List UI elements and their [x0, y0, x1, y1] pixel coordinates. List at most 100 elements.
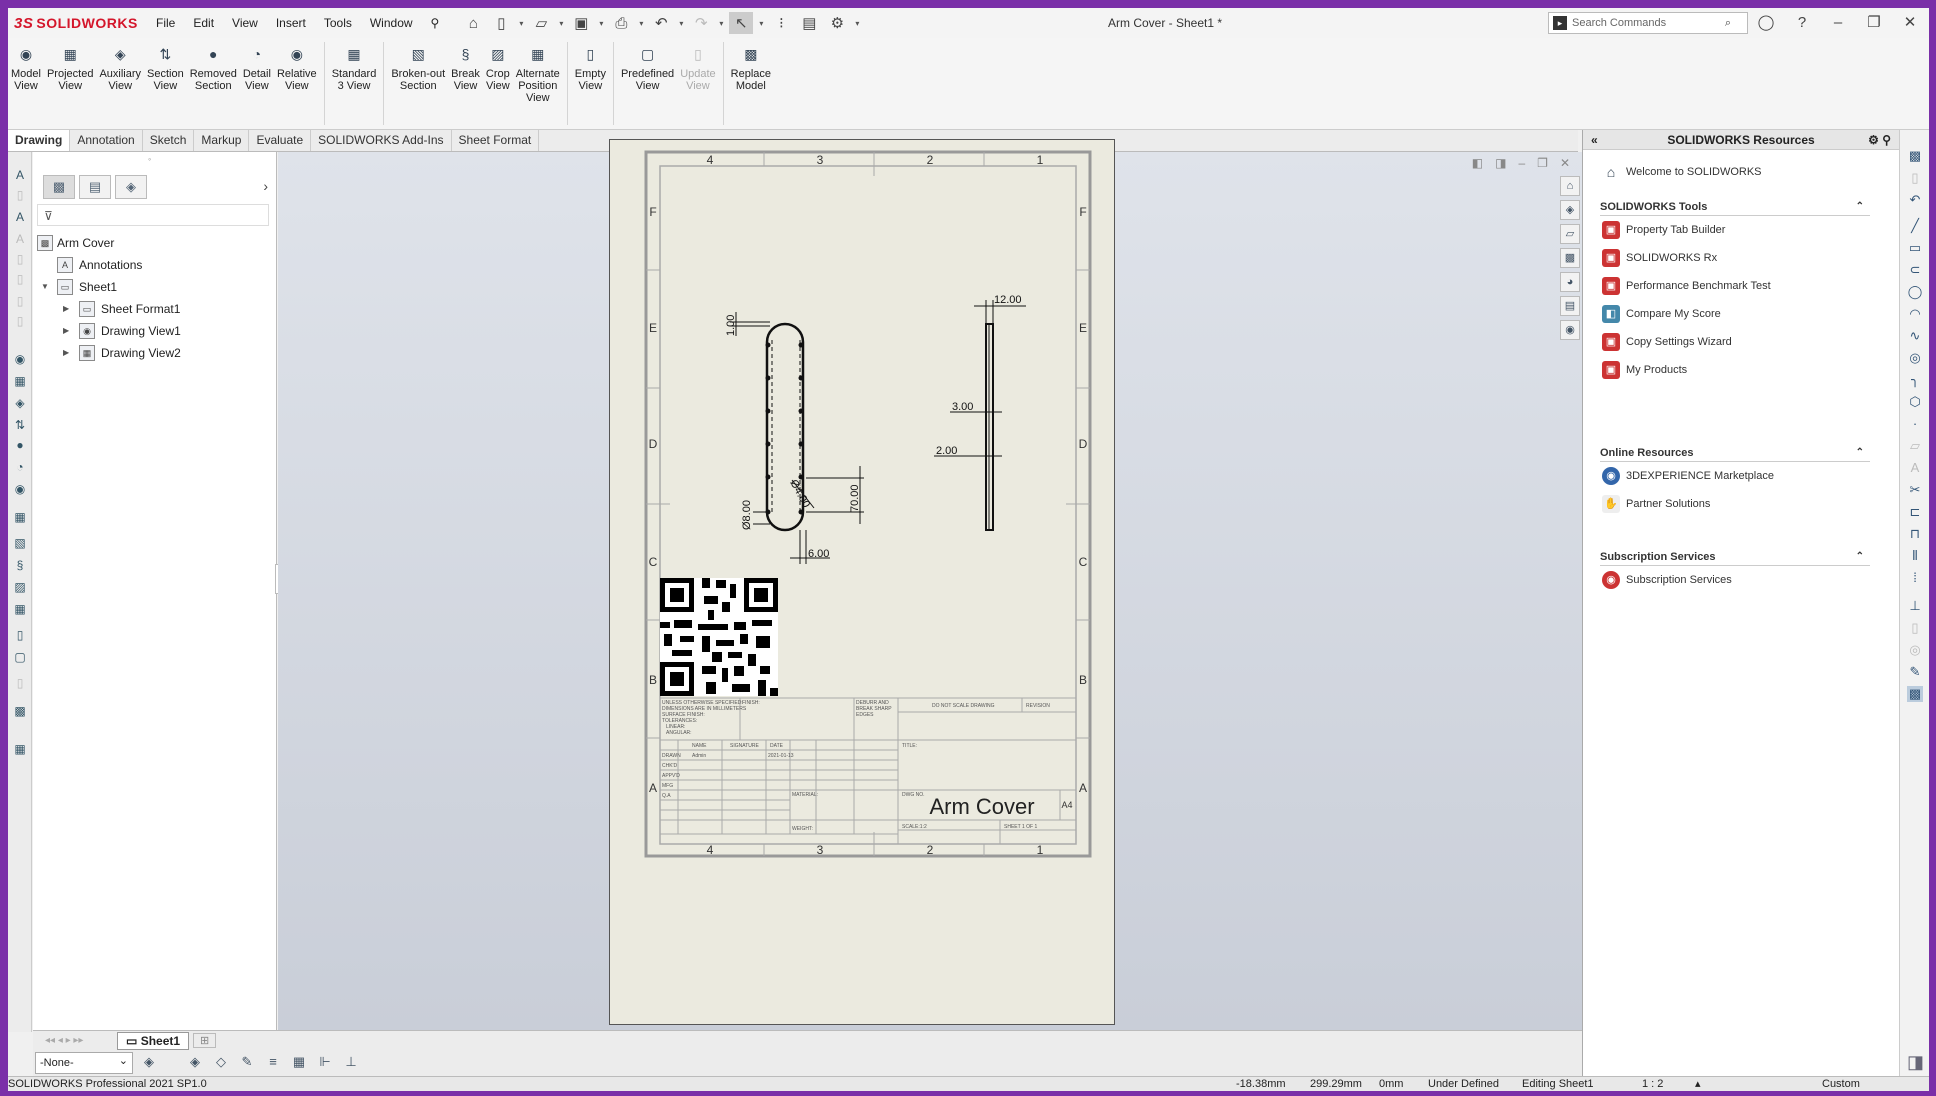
status-units[interactable]: Custom	[1822, 1077, 1860, 1091]
search-scope-icon[interactable]: ▸	[1553, 16, 1567, 30]
custom-properties-icon[interactable]: ▤	[1560, 296, 1580, 316]
tab-sketch[interactable]: Sketch	[143, 130, 195, 151]
arc-icon[interactable]: ◠	[1907, 306, 1923, 322]
subscription-services-link[interactable]: ◉ Subscription Services	[1600, 566, 1870, 594]
viewport-prev-icon[interactable]: ◧	[1472, 156, 1483, 170]
options-dropdown-icon[interactable]: ▾	[853, 19, 861, 28]
minimize-button[interactable]: –	[1827, 8, 1849, 38]
tab-markup[interactable]: Markup	[194, 130, 250, 151]
pin-icon[interactable]: ⚲	[423, 8, 448, 38]
crop-view-button[interactable]: ▨ Crop View	[483, 38, 513, 129]
predefined-view-small-icon[interactable]: ▢	[12, 650, 28, 666]
fillet-icon[interactable]: ╮	[1907, 372, 1923, 388]
collapse-icon[interactable]: ⌃	[1856, 548, 1864, 566]
layer-select[interactable]: -None-	[35, 1051, 133, 1074]
file-explorer-icon[interactable]: ▱	[1560, 224, 1580, 244]
line-color-icon[interactable]: ◈	[185, 1054, 205, 1072]
online-header[interactable]: Online Resources ⌃	[1600, 444, 1870, 462]
smart-dimension-icon[interactable]: ▯	[1907, 170, 1923, 186]
model-view-button[interactable]: ◉ Model View	[8, 38, 44, 129]
add-sheet-icon[interactable]: ⊞	[193, 1033, 217, 1048]
graphics-area[interactable]: ⌕ ▣ ⌕ ✎ ↻ ◧ ▯ ◉ ◯ ◧ ◨ – ❐ ✕	[278, 139, 1582, 1030]
removed-section-button[interactable]: ● Removed Section	[187, 38, 240, 129]
instant2d-icon[interactable]: ▩	[1907, 686, 1923, 702]
text-icon[interactable]: A	[1907, 460, 1923, 476]
appearances-icon[interactable]: ◕	[1560, 272, 1580, 292]
viewport-restore-icon[interactable]: ❐	[1537, 156, 1548, 170]
replace-model-button[interactable]: ▩ Replace Model	[728, 38, 774, 129]
update-view-small-icon[interactable]: ▯	[12, 676, 28, 692]
hole-callout-icon[interactable]: ▯	[12, 294, 28, 310]
hatch-icon[interactable]: ▦	[289, 1054, 309, 1072]
relative-view-small-icon[interactable]: ◉	[12, 482, 28, 498]
title-block[interactable]: UNLESS OTHERWISE SPECIFIED: DIMENSIONS A…	[659, 697, 1077, 845]
empty-view-small-icon[interactable]: ▯	[12, 628, 28, 644]
section-view-small-icon[interactable]: ⇅	[12, 418, 28, 434]
auto-balloon-icon[interactable]: A	[12, 232, 28, 248]
rectangle-icon[interactable]: ▭	[1907, 240, 1923, 256]
convert-entities-icon[interactable]: ⊏	[1907, 504, 1923, 520]
tab-evaluate[interactable]: Evaluate	[249, 130, 312, 151]
ellipse-icon[interactable]: ◎	[1907, 350, 1923, 366]
redo-icon[interactable]: ↷	[689, 12, 713, 34]
detail-view-small-icon[interactable]: ◔	[12, 460, 28, 476]
auxiliary-view-small-icon[interactable]: ◈	[12, 396, 28, 412]
online-partner-solutions[interactable]: ✋ Partner Solutions	[1600, 490, 1870, 518]
undo-icon[interactable]: ↶	[649, 12, 673, 34]
options-gear-icon[interactable]: ⚙	[825, 12, 849, 34]
expand-arrow-icon[interactable]: ▶	[63, 342, 69, 364]
new-dropdown-icon[interactable]: ▾	[517, 19, 525, 28]
viewport-minimize-icon[interactable]: –	[1518, 156, 1525, 170]
tree-item-view2[interactable]: ▶ ▦ Drawing View2	[33, 342, 273, 364]
home-icon[interactable]: ⌂	[461, 12, 485, 34]
configuration-tab-icon[interactable]: ◈	[115, 175, 147, 199]
qr-code-icon[interactable]: ▦	[12, 742, 28, 758]
tool-solidworks-rx[interactable]: ▣ SOLIDWORKS Rx	[1600, 244, 1870, 272]
tree-item-sheet1[interactable]: ▼ ▭ Sheet1	[33, 276, 273, 298]
slot-icon[interactable]: ⊂	[1907, 262, 1923, 278]
open-dropdown-icon[interactable]: ▾	[557, 19, 565, 28]
feature-tree-tab-icon[interactable]: ▩	[43, 175, 75, 199]
menu-view[interactable]: View	[224, 8, 266, 38]
status-scale-up-icon[interactable]: ▴	[1695, 1077, 1701, 1091]
projected-view-small-icon[interactable]: ▦	[12, 374, 28, 390]
status-scale[interactable]: 1 : 2	[1642, 1077, 1663, 1091]
search-icon[interactable]: ⌕	[1725, 17, 1731, 30]
line-icon[interactable]: ╱	[1907, 218, 1923, 234]
linear-pattern-icon[interactable]: ⁞	[1907, 570, 1923, 586]
tree-item-annotations[interactable]: A Annotations	[33, 254, 273, 276]
mirror-icon[interactable]: ⫴	[1907, 548, 1923, 564]
plane-icon[interactable]: ▱	[1907, 438, 1923, 454]
print-icon[interactable]: ⎙	[609, 12, 633, 34]
resources-home-icon[interactable]: ⌂	[1560, 176, 1580, 196]
sheet-navigation-icon[interactable]: ◂◂ ◂ ▸ ▸▸	[45, 1035, 105, 1046]
design-library-icon[interactable]: ◈	[1560, 200, 1580, 220]
open-folder-icon[interactable]: ▱	[529, 12, 553, 34]
format-icon[interactable]: ⊥	[341, 1054, 361, 1072]
model-view-small-icon[interactable]: ◉	[12, 352, 28, 368]
weld-symbol-icon[interactable]: ▯	[12, 272, 28, 288]
auxiliary-view-button[interactable]: ◈ Auxiliary View	[96, 38, 144, 129]
sheet-tab-sheet1[interactable]: ▭ Sheet1	[117, 1031, 190, 1050]
break-view-button[interactable]: § Break View	[448, 38, 483, 129]
drawing-sheet[interactable]: 4 3 2 1 4 3 2 1 F E D C B A F E D C B A …	[609, 139, 1115, 1025]
alternate-position-view-button[interactable]: ▦ Alternate Position View	[513, 38, 563, 129]
subscription-header[interactable]: Subscription Services ⌃	[1600, 548, 1870, 566]
tool-compare-my-score[interactable]: ◧ Compare My Score	[1600, 300, 1870, 328]
trim-icon[interactable]: ✂	[1907, 482, 1923, 498]
broken-out-section-button[interactable]: ▧ Broken-out Section	[388, 38, 448, 129]
expand-arrow-icon[interactable]: ▶	[63, 298, 69, 320]
tool-my-products[interactable]: ▣ My Products	[1600, 356, 1870, 384]
viewport-close-icon[interactable]: ✕	[1560, 156, 1570, 170]
update-view-button[interactable]: ▯ Update View	[677, 38, 718, 129]
collapse-icon[interactable]: ⌃	[1856, 198, 1864, 216]
note-icon[interactable]: ▯	[12, 188, 28, 204]
datum-icon[interactable]: ▯	[12, 314, 28, 330]
panel-grip-icon[interactable]: ◦	[148, 154, 151, 164]
tool-performance-benchmark[interactable]: ▣ Performance Benchmark Test	[1600, 272, 1870, 300]
online-3dexperience-marketplace[interactable]: ◉ 3DEXPERIENCE Marketplace	[1600, 462, 1870, 490]
polygon-icon[interactable]: ⬡	[1907, 394, 1923, 410]
save-icon[interactable]: ▣	[569, 12, 593, 34]
line-thickness-icon[interactable]: ◇	[211, 1054, 231, 1072]
surface-finish-icon[interactable]: ▯	[12, 252, 28, 268]
